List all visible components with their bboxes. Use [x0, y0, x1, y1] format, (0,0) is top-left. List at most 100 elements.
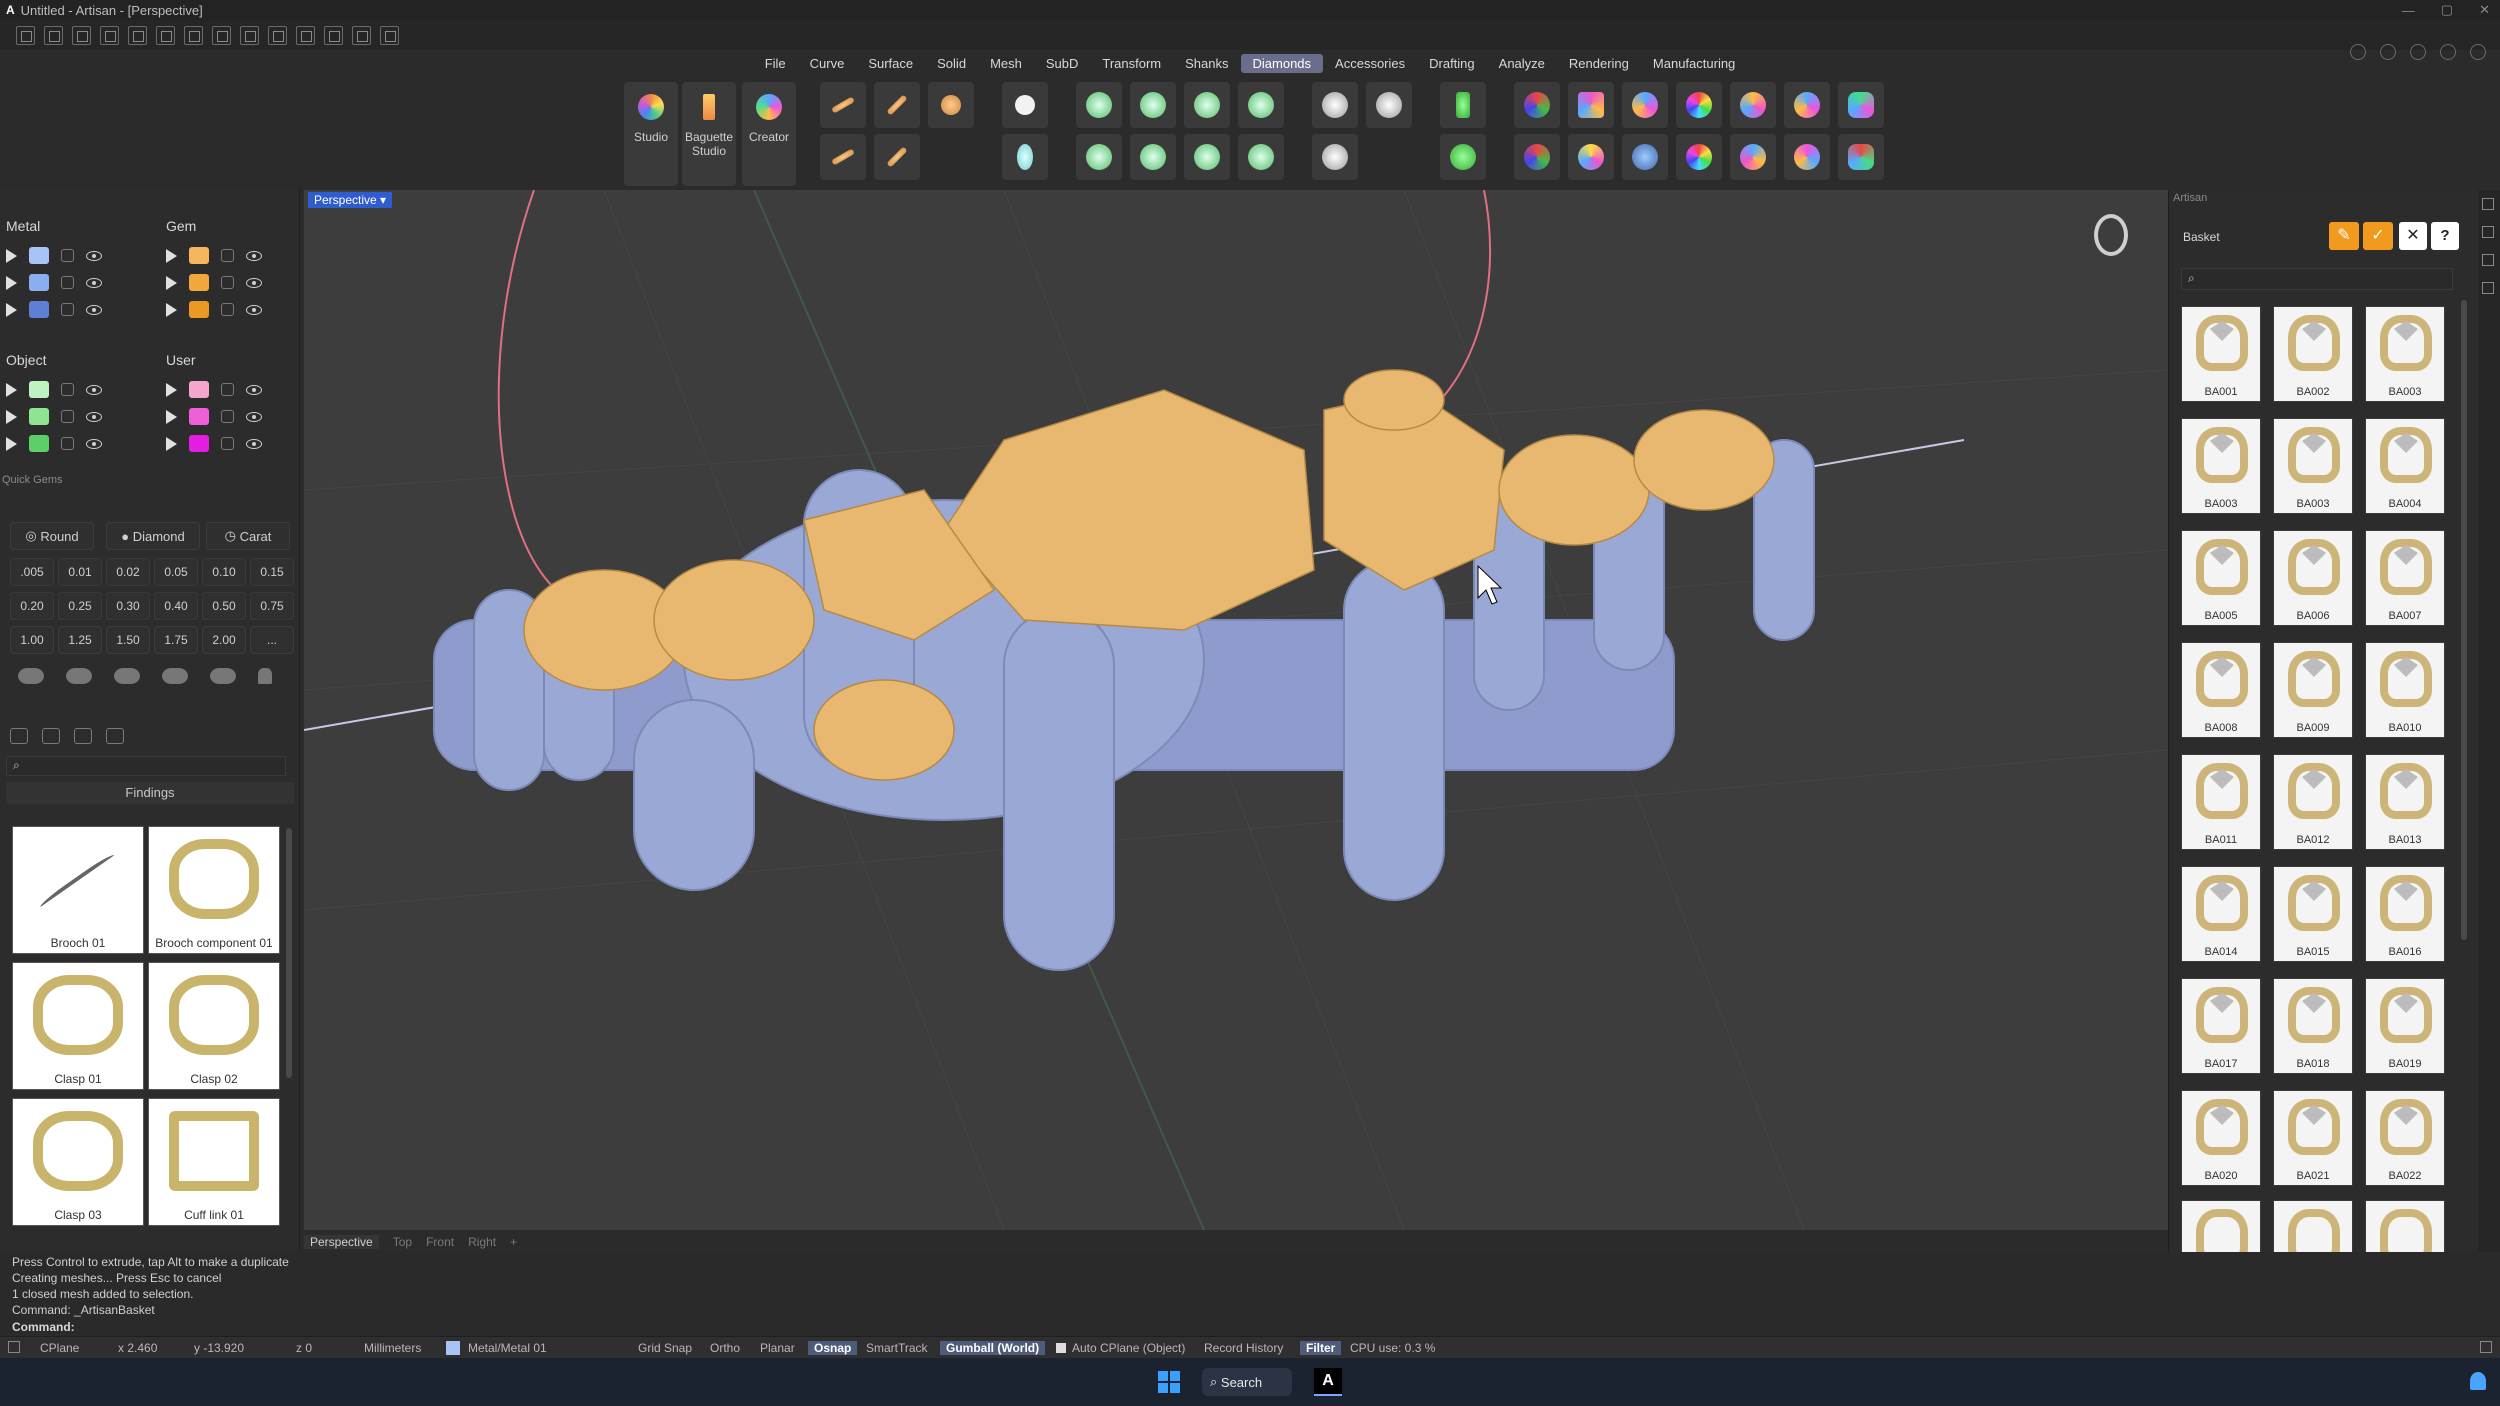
status-toggle-icon[interactable] — [8, 1341, 20, 1353]
grid-view-icon[interactable] — [106, 728, 124, 744]
pave-tool[interactable] — [1312, 82, 1358, 128]
basket-search-input[interactable]: ⌕ — [2181, 268, 2453, 290]
menu-diamonds[interactable]: Diamonds — [1240, 53, 1324, 73]
eye-icon[interactable] — [246, 411, 262, 422]
user-layer-row[interactable] — [166, 403, 292, 430]
gem-search-tool[interactable] — [1622, 82, 1668, 128]
gem-color-swatch[interactable] — [189, 301, 209, 318]
basket-item[interactable]: BA010 — [2365, 642, 2445, 738]
user-layer-row[interactable] — [166, 376, 292, 403]
basket-item[interactable]: BA003 — [2273, 418, 2353, 514]
new-template-icon[interactable] — [44, 25, 63, 45]
current-layer[interactable]: Metal/Metal 01 — [468, 1341, 547, 1355]
finding-item[interactable]: Brooch component 01 — [148, 826, 280, 954]
basket-item[interactable]: BA001 — [2181, 306, 2261, 402]
play-icon[interactable] — [166, 436, 177, 451]
size-cell[interactable]: 1.25 — [58, 626, 102, 654]
lock-icon[interactable] — [221, 303, 234, 316]
gem-flow-tool[interactable] — [874, 134, 920, 180]
play-icon[interactable] — [166, 248, 177, 263]
diamond-material-button[interactable]: ● Diamond — [106, 522, 200, 550]
lock-icon[interactable] — [221, 437, 234, 450]
gem-wheel-tool[interactable] — [1676, 134, 1722, 180]
open-folder-icon[interactable] — [100, 25, 119, 45]
folder-icon[interactable] — [10, 728, 28, 744]
menu-drafting[interactable]: Drafting — [1417, 54, 1487, 73]
size-cell[interactable]: .005 — [10, 558, 54, 586]
gem-render-tool[interactable] — [1784, 134, 1830, 180]
metal-color-swatch[interactable] — [29, 247, 49, 264]
findings-search-input[interactable]: ⌕ — [6, 756, 286, 776]
gem-table-tool[interactable] — [1568, 82, 1614, 128]
basket-item[interactable]: BA021 — [2273, 1090, 2353, 1186]
gem-cut-icon[interactable] — [162, 668, 188, 684]
findings-scrollbar[interactable] — [286, 828, 292, 1078]
eye-icon[interactable] — [86, 384, 102, 395]
pave-cluster-tool[interactable] — [1366, 82, 1412, 128]
settings-tool-icon[interactable] — [380, 25, 399, 45]
gem-cut-icon[interactable] — [114, 668, 140, 684]
basket-item[interactable]: BA014 — [2181, 866, 2261, 962]
round-gem-tool[interactable] — [1002, 82, 1048, 128]
play-icon[interactable] — [6, 302, 17, 317]
menu-solid[interactable]: Solid — [925, 54, 978, 73]
size-cell[interactable]: 2.00 — [202, 626, 246, 654]
lock-icon[interactable] — [61, 437, 74, 450]
taskbar-search[interactable]: ⌕ Search — [1202, 1368, 1292, 1396]
size-cell[interactable]: 0.40 — [154, 592, 198, 620]
panel-toggle-icon[interactable] — [2480, 1341, 2492, 1353]
basket-item[interactable]: BA016 — [2365, 866, 2445, 962]
gem-color-tool[interactable] — [1676, 82, 1722, 128]
findings-header[interactable]: Findings — [6, 782, 294, 804]
close-button[interactable]: ✕ — [2479, 2, 2490, 18]
eye-icon[interactable] — [86, 411, 102, 422]
object-color-swatch[interactable] — [29, 408, 49, 425]
curve-tool-icon[interactable] — [268, 25, 287, 45]
eye-icon[interactable] — [246, 384, 262, 395]
object-color-swatch[interactable] — [29, 435, 49, 452]
basket-item[interactable]: BA003 — [2181, 418, 2261, 514]
lock-icon[interactable] — [61, 276, 74, 289]
lock-icon[interactable] — [221, 249, 234, 262]
grid-tool-icon[interactable] — [352, 25, 371, 45]
basket-item[interactable]: BA017 — [2181, 978, 2261, 1074]
user-color-swatch[interactable] — [189, 408, 209, 425]
menu-file[interactable]: File — [753, 54, 798, 73]
size-cell[interactable]: 0.25 — [58, 592, 102, 620]
gem-report-tool[interactable] — [1784, 82, 1830, 128]
menu-rendering[interactable]: Rendering — [1557, 54, 1641, 73]
cancel-button[interactable]: ✕ — [2399, 222, 2427, 250]
panel-tab-icon[interactable] — [2482, 226, 2494, 238]
finding-item[interactable]: Brooch 01 — [12, 826, 144, 954]
panel-tab-icon[interactable] — [2482, 282, 2494, 294]
object-color-swatch[interactable] — [29, 381, 49, 398]
gumball-toggle[interactable]: Gumball (World) — [940, 1341, 1046, 1355]
menu-curve[interactable]: Curve — [798, 54, 857, 73]
lock-icon[interactable] — [221, 276, 234, 289]
size-cell[interactable]: 1.75 — [154, 626, 198, 654]
osnap-toggle[interactable]: Osnap — [808, 1341, 858, 1355]
play-icon[interactable] — [166, 275, 177, 290]
finding-item[interactable]: Cuff link 01 — [148, 1098, 280, 1226]
size-cell[interactable]: 0.02 — [106, 558, 150, 586]
gem-stats-tool[interactable] — [1514, 134, 1560, 180]
import-icon[interactable] — [74, 728, 92, 744]
play-icon[interactable] — [6, 436, 17, 451]
eye-icon[interactable] — [246, 250, 262, 261]
eye-icon[interactable] — [246, 304, 262, 315]
minimize-button[interactable]: — — [2402, 3, 2415, 18]
panel-tab-icon[interactable] — [2482, 254, 2494, 266]
play-icon[interactable] — [166, 409, 177, 424]
gem-array-tool[interactable] — [820, 134, 866, 180]
cutter-tool[interactable] — [1440, 82, 1486, 128]
basket-item[interactable]: BA011 — [2181, 754, 2261, 850]
gem-swap-tool[interactable] — [1730, 134, 1776, 180]
add-viewport-tab[interactable]: + — [510, 1235, 517, 1249]
size-cell[interactable]: 0.50 — [202, 592, 246, 620]
menu-analyze[interactable]: Analyze — [1487, 54, 1557, 73]
basket-item[interactable]: BA007 — [2365, 530, 2445, 626]
play-icon[interactable] — [6, 248, 17, 263]
object-layer-row[interactable] — [6, 376, 142, 403]
copy-icon[interactable] — [240, 25, 259, 45]
user-color-swatch[interactable] — [189, 381, 209, 398]
